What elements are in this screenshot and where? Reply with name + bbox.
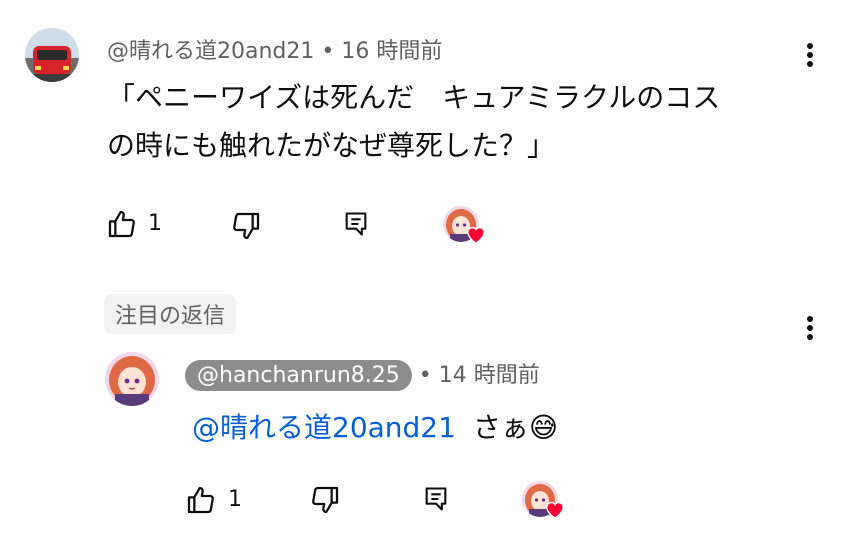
like-count: 1	[228, 487, 242, 512]
reply-icon[interactable]	[342, 210, 370, 238]
dislike-icon[interactable]	[230, 210, 262, 242]
like-icon[interactable]	[185, 484, 217, 516]
reply-header: @hanchanrun8.25 • 14 時間前	[185, 357, 540, 391]
creator-heart-icon	[544, 499, 566, 523]
comment-header: @晴れる道20and21 • 16 時間前	[107, 33, 442, 65]
reply-text: @晴れる道20and21 さぁ😅	[192, 404, 558, 452]
reply-mention-link[interactable]: @晴れる道20and21	[192, 411, 456, 444]
more-options-icon[interactable]	[795, 38, 825, 74]
character-avatar-image	[105, 352, 159, 406]
comment-text-line-1: 「ペニーワイズは死んだ キュアミラクルのコス	[107, 81, 721, 114]
reply-time[interactable]: 14 時間前	[439, 363, 540, 388]
meta-separator: •	[321, 39, 335, 64]
more-options-icon[interactable]	[795, 311, 825, 347]
reply-text-body: さぁ	[472, 411, 529, 444]
creator-heart-icon	[465, 224, 487, 248]
comment-text: 「ペニーワイズは死んだ キュアミラクルのコス の時にも触れたがなぜ尊死した？」	[107, 74, 797, 170]
creator-heart	[443, 206, 489, 248]
like-count: 1	[148, 211, 162, 236]
like-icon[interactable]	[106, 208, 138, 240]
creator-heart	[522, 481, 568, 523]
train-avatar-image	[25, 28, 79, 82]
reply-author-chip[interactable]: @hanchanrun8.25	[185, 360, 412, 391]
reply-icon[interactable]	[422, 485, 450, 513]
commenter-avatar[interactable]	[25, 28, 79, 82]
sweat-smile-emoji: 😅	[528, 411, 559, 444]
comment-author[interactable]: @晴れる道20and21	[107, 39, 314, 64]
pinned-reply-label: 注目の返信	[104, 294, 237, 334]
comment-text-line-2: の時にも触れたがなぜ尊死した？」	[107, 129, 556, 162]
replier-avatar[interactable]	[105, 352, 159, 406]
dislike-icon[interactable]	[309, 484, 341, 516]
meta-separator: •	[418, 363, 432, 388]
comment-time[interactable]: 16 時間前	[341, 39, 442, 64]
